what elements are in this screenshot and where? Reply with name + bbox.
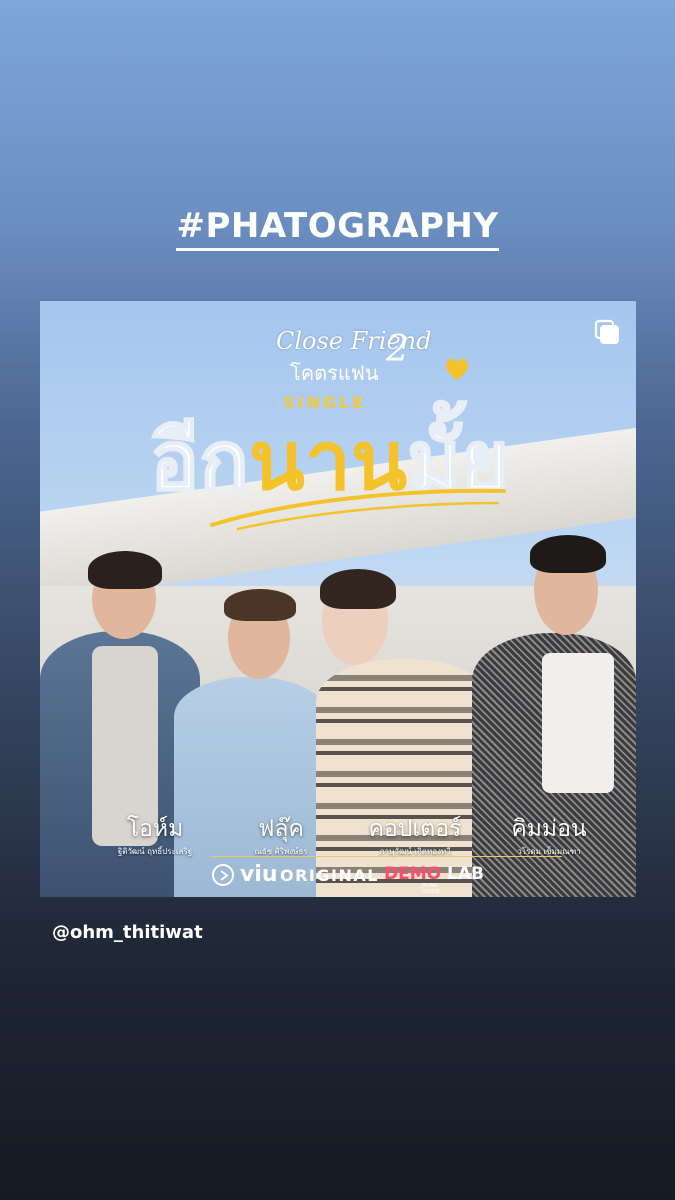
cast-name-3: คอปเตอร์ [368, 816, 462, 842]
cast-name-2: ฟลุ๊ค [258, 816, 304, 842]
logo-number: 2 [386, 329, 409, 370]
cast-name-4: คิมม่อน [511, 816, 587, 842]
person-1-hair [88, 551, 162, 589]
title-underline-stroke [210, 488, 506, 531]
shared-post-image[interactable]: Close Friend 2 โคตรแฟน SINGLE อีกนานมั้ย… [40, 301, 636, 897]
multi-image-icon [594, 319, 619, 344]
person-2-hair [224, 589, 296, 621]
viu-logo-text: viu [240, 862, 278, 887]
heart-icon [445, 358, 469, 380]
viu-play-icon [212, 864, 234, 886]
person-3-hair [320, 569, 396, 609]
credits-divider [210, 856, 562, 857]
demo-lab-logo: DEMO LAB [384, 863, 484, 885]
lab-text: LAB [447, 864, 484, 884]
hashtag-label: #PHATOGRAPHY [176, 206, 499, 251]
demo-text: DEMO [384, 864, 442, 884]
viu-original-text: ORIGINAL [280, 866, 379, 885]
person-4-shirt [542, 653, 614, 793]
hashtag-text: #PHATOGRAPHY [0, 206, 675, 251]
logo-thai-text: โคตรแฟน [290, 361, 379, 385]
cast-names: โอห์ม ฐิติวัฒน์ ฤทธิ์ประเสริฐ ฟลุ๊ค ณธัช… [40, 811, 636, 871]
mention-username[interactable]: @ohm_thitiwat [52, 922, 203, 943]
person-4-hair [530, 535, 606, 573]
demo-lab-subtext: MUSIC HOUSE [422, 883, 440, 895]
